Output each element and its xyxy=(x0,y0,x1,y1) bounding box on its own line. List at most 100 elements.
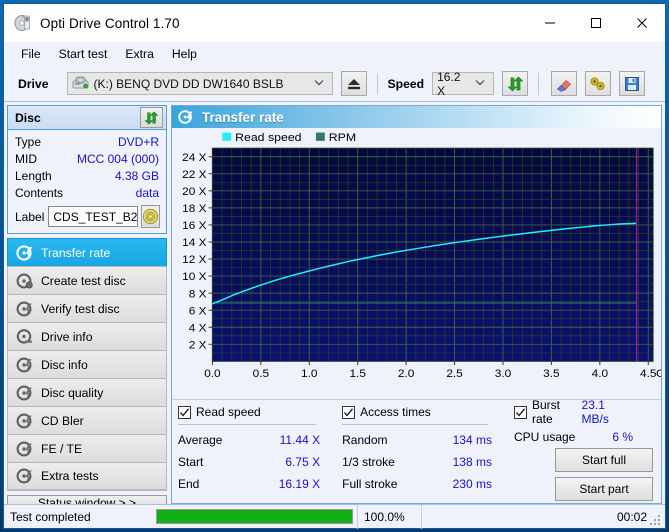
y-tick-label: 24 X xyxy=(182,152,207,164)
chevron-down-icon xyxy=(467,78,491,89)
drive-toolbar: Drive (K:) BENQ DVD DD DW1640 BSLB Speed… xyxy=(4,66,665,102)
y-tick-label: 10 X xyxy=(182,272,207,284)
progress-bar xyxy=(156,509,353,524)
x-tick-label: 0.5 xyxy=(253,368,269,380)
access-times-checkbox-row[interactable]: Access times xyxy=(342,402,514,422)
speed-label: Speed xyxy=(387,76,425,91)
y-tick-label: 8 X xyxy=(189,289,207,301)
disc-length-value: 4.38 GB xyxy=(114,169,159,183)
read-speed-checkbox-row[interactable]: Read speed xyxy=(178,402,342,422)
resize-grip[interactable] xyxy=(650,513,662,525)
x-tick-label: 2.5 xyxy=(446,368,462,380)
sidebar-item-create-test-disc[interactable]: Create test disc xyxy=(7,266,167,294)
chart-canvas[interactable]: Read speed RPM 2 X 4 X 6 X 8 X 10 X 12 X 14 X 16 … xyxy=(172,128,661,399)
disc-properties: Type DVD+R MID MCC 004 (000) Length 4.38… xyxy=(8,130,166,233)
refresh-button[interactable] xyxy=(502,71,529,96)
disc-write-icon xyxy=(16,272,34,290)
drive-value: (K:) BENQ DVD DD DW1640 BSLB xyxy=(93,76,284,91)
disc-refresh-button[interactable] xyxy=(140,107,163,128)
progress-percent-text: 100.0% xyxy=(356,504,421,529)
sidebar-item-verify-test-disc[interactable]: Verify test disc xyxy=(7,294,167,322)
read-speed-end-row: End 16.19 X xyxy=(178,473,342,495)
sidebar-item-drive-info[interactable]: Drive info xyxy=(7,322,167,350)
burst-rate-checkbox-row[interactable]: Burst rate 23.1 MB/s xyxy=(513,398,655,426)
sidebar-item-cd-bler[interactable]: CD Bler xyxy=(7,406,167,434)
eject-button[interactable] xyxy=(340,71,367,96)
disc-length-key: Length xyxy=(15,169,52,183)
erase-button[interactable] xyxy=(551,71,578,96)
read-speed-average-key: Average xyxy=(178,433,223,447)
drive-select[interactable]: (K:) BENQ DVD DD DW1640 BSLB xyxy=(66,72,333,95)
y-tick-label: 20 X xyxy=(182,186,207,198)
minimize-icon[interactable] xyxy=(527,4,573,42)
speed-value: 16.2 X xyxy=(437,69,461,98)
access-times-checkbox[interactable] xyxy=(342,405,356,419)
status-message: Test completed xyxy=(10,509,91,524)
tools-button[interactable] xyxy=(585,71,612,96)
x-tick-label: 3.5 xyxy=(543,368,559,380)
close-icon[interactable] xyxy=(619,4,665,42)
title-bar: Opti Drive Control 1.70 xyxy=(4,4,665,42)
access-third-stroke-row: 1/3 stroke 138 ms xyxy=(342,451,514,473)
start-part-button[interactable]: Start part xyxy=(555,477,653,501)
disc-fete-icon xyxy=(16,440,34,458)
drive-label: Drive xyxy=(18,76,49,91)
legend-swatch xyxy=(222,132,232,141)
x-tick-label: 3.0 xyxy=(495,368,511,380)
app-root: Opti Drive Control 1.70 File Start test … xyxy=(0,0,669,532)
burst-rate-label: Burst rate xyxy=(531,398,560,426)
disc-read-icon xyxy=(16,244,34,262)
disc-type-value: DVD+R xyxy=(117,135,159,149)
elapsed-time: 00:02 xyxy=(420,504,665,529)
results-panel: Read speed Average 11.44 X Start 6.75 X … xyxy=(172,398,661,503)
main-body: Disc Type DVD+R MID MCC 004 (000) Length… xyxy=(4,102,665,511)
read-speed-start-value: 6.75 X xyxy=(285,455,321,469)
panel-title: Transfer rate xyxy=(202,109,284,125)
x-tick-label: 1.0 xyxy=(301,368,317,380)
disc-row-mid: MID MCC 004 (000) xyxy=(15,151,159,168)
y-tick-label: 18 X xyxy=(182,203,207,215)
read-speed-average-row: Average 11.44 X xyxy=(178,429,342,451)
transfer-rate-chart: Read speed RPM 2 X 4 X 6 X 8 X 10 X 12 X 14 X 16 … xyxy=(172,128,661,399)
read-speed-average-value: 11.44 X xyxy=(279,433,321,447)
maximize-icon[interactable] xyxy=(573,4,619,42)
disc-mid-value: MCC 004 (000) xyxy=(76,152,159,166)
sidebar-item-transfer-rate[interactable]: Transfer rate xyxy=(7,238,167,266)
sidebar-item-fe-te[interactable]: FE / TE xyxy=(7,434,167,462)
disc-row-contents: Contents data xyxy=(15,185,159,202)
disc-label-button[interactable] xyxy=(141,205,161,228)
cpu-usage-key: CPU usage xyxy=(513,430,576,444)
sidebar-item-extra-tests[interactable]: Extra tests xyxy=(7,462,167,490)
cpu-usage-value: 6 % xyxy=(612,430,633,444)
menu-help[interactable]: Help xyxy=(163,45,206,63)
sidebar-item-disc-quality[interactable]: Disc quality xyxy=(7,378,167,406)
sidebar-label-drive-info: Drive info xyxy=(41,329,93,344)
menu-file[interactable]: File xyxy=(12,45,50,63)
menu-start-test[interactable]: Start test xyxy=(50,45,117,63)
save-button[interactable] xyxy=(619,71,646,96)
read-speed-checkbox[interactable] xyxy=(178,405,191,419)
read-speed-start-key: Start xyxy=(178,455,204,469)
disc-label-key: Label xyxy=(15,209,45,224)
right-panel: Transfer rate Read speed RPM 2 X 4 X 6 X 8 X 1… xyxy=(171,105,662,504)
x-tick-label: 0.0 xyxy=(204,368,220,380)
access-random-value: 134 ms xyxy=(452,433,492,447)
read-speed-end-key: End xyxy=(178,477,200,491)
disc-label-input[interactable]: CDS_TEST_B2 xyxy=(48,206,139,227)
disc-verify-icon xyxy=(16,300,34,318)
read-speed-start-row: Start 6.75 X xyxy=(178,451,342,473)
start-full-button[interactable]: Start full xyxy=(555,448,653,472)
speed-select[interactable]: 16.2 X xyxy=(432,69,495,98)
drive-info-icon xyxy=(16,328,34,346)
disc-extra-icon xyxy=(16,467,34,485)
sidebar-label-extra-tests: Extra tests xyxy=(41,469,99,483)
disc-info-box: Disc Type DVD+R MID MCC 004 (000) Length… xyxy=(7,105,167,234)
disc-row-length: Length 4.38 GB xyxy=(15,168,159,185)
read-speed-group: Read speed Average 11.44 X Start 6.75 X … xyxy=(178,402,342,501)
sidebar-item-disc-info[interactable]: Disc info xyxy=(7,350,167,378)
burst-rate-checkbox[interactable] xyxy=(513,405,527,419)
sidebar-label-fe-te: FE / TE xyxy=(41,441,83,456)
menu-extra[interactable]: Extra xyxy=(116,45,162,63)
window-controls xyxy=(527,4,665,42)
access-third-stroke-value: 138 ms xyxy=(452,455,492,469)
